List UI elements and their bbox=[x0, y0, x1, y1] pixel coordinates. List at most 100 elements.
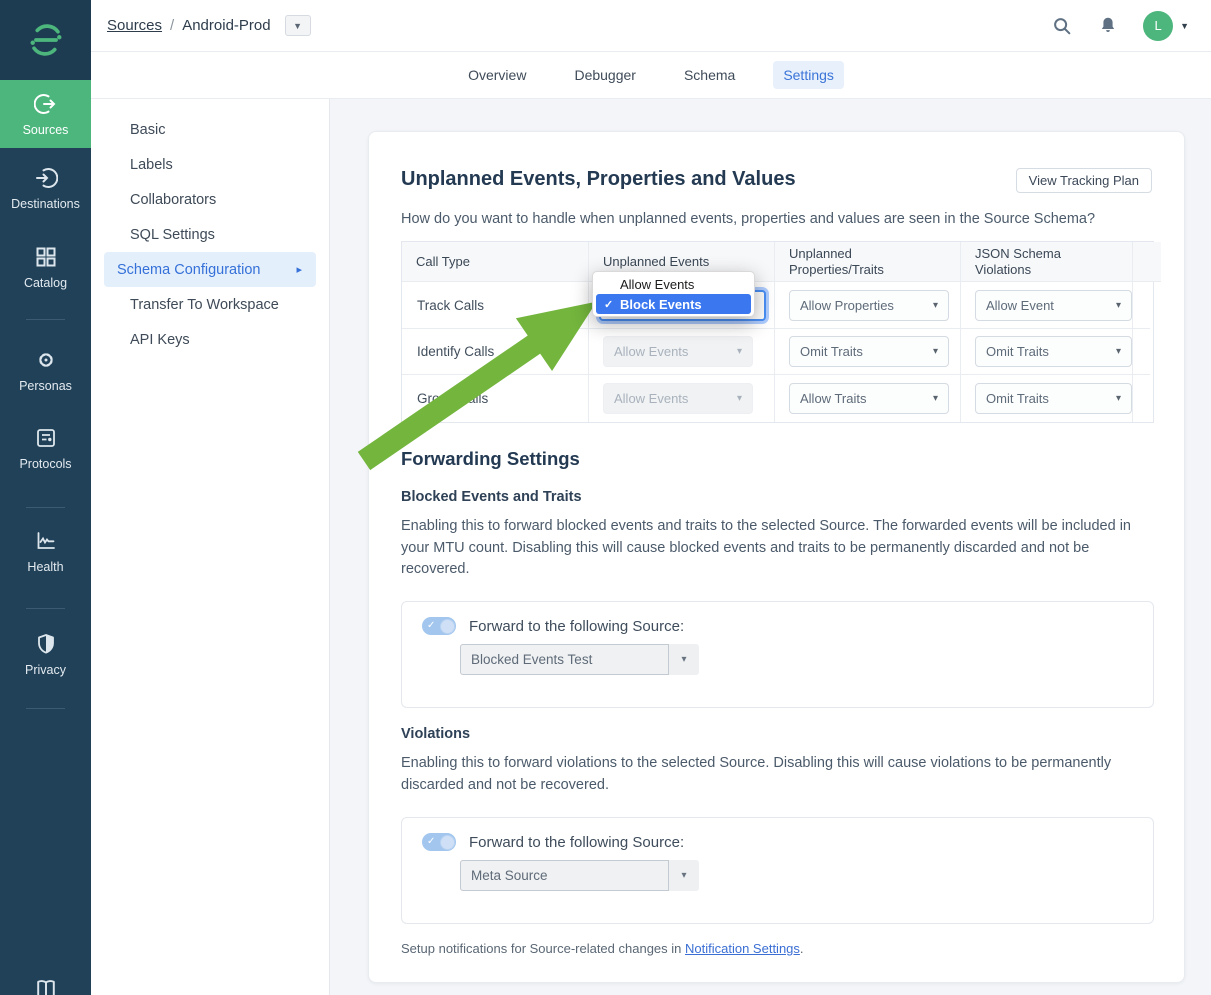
settings-menu-item-collaborators[interactable]: Collaborators bbox=[104, 182, 316, 217]
identify-calls-unplanned-events-select: Allow Events ▾ bbox=[603, 336, 753, 367]
select-value: Meta Source bbox=[460, 860, 669, 891]
personas-icon bbox=[34, 348, 58, 372]
sidebar-item-label: Catalog bbox=[24, 276, 67, 290]
bell-icon bbox=[1097, 15, 1119, 37]
search-button[interactable] bbox=[1051, 15, 1073, 37]
settings-menu-item-label: Schema Configuration bbox=[117, 262, 260, 278]
track-calls-properties-select[interactable]: Allow Properties ▾ bbox=[789, 290, 949, 321]
table-row-track-calls-label: Track Calls bbox=[402, 282, 589, 329]
source-switcher-button[interactable]: ▼ bbox=[285, 15, 311, 36]
breadcrumb-sources-link[interactable]: Sources bbox=[107, 17, 162, 34]
health-icon bbox=[34, 529, 58, 553]
group-calls-violations-cell: Omit Traits ▾ bbox=[961, 375, 1133, 422]
blocked-events-description: Enabling this to forward blocked events … bbox=[401, 516, 1143, 581]
view-tracking-plan-button[interactable]: View Tracking Plan bbox=[1016, 168, 1152, 193]
settings-menu-item-labels[interactable]: Labels bbox=[104, 147, 316, 182]
identify-calls-violations-select[interactable]: Omit Traits ▾ bbox=[975, 336, 1132, 367]
settings-menu-item-schema-configuration[interactable]: Schema Configuration ▸ bbox=[104, 252, 316, 287]
violations-heading: Violations bbox=[401, 726, 470, 742]
note-suffix: . bbox=[800, 941, 804, 956]
schema-settings-card: Unplanned Events, Properties and Values … bbox=[368, 131, 1185, 983]
chevron-down-icon: ▾ bbox=[1116, 300, 1121, 311]
breadcrumb: Sources / Android-Prod ▼ bbox=[107, 15, 311, 36]
sidebar-item-label: Personas bbox=[19, 379, 72, 393]
select-value: Omit Traits bbox=[986, 391, 1049, 406]
row-spacer bbox=[1133, 282, 1150, 329]
avatar[interactable]: L bbox=[1143, 11, 1173, 41]
column-header-json-schema-violations: JSON Schema Violations bbox=[961, 242, 1133, 282]
blocked-events-forward-toggle[interactable]: ✓ bbox=[422, 617, 456, 635]
table-row-identify-calls-label: Identify Calls bbox=[402, 329, 589, 375]
settings-menu-item-sql-settings[interactable]: SQL Settings bbox=[104, 217, 316, 252]
settings-menu-item-transfer-to-workspace[interactable]: Transfer To Workspace bbox=[104, 287, 316, 322]
primary-sidebar: Sources Destinations Catalog Personas bbox=[0, 0, 91, 995]
sidebar-item-catalog[interactable]: Catalog bbox=[0, 245, 91, 290]
sidebar-divider bbox=[26, 507, 65, 508]
unplanned-settings-table: Call Type Unplanned Events Unplanned Pro… bbox=[401, 241, 1154, 423]
chevron-down-icon: ▼ bbox=[1180, 21, 1189, 31]
notifications-button[interactable] bbox=[1097, 15, 1119, 37]
group-calls-properties-cell: Allow Traits ▾ bbox=[775, 375, 961, 422]
table-row-group-calls-label: Group Calls bbox=[402, 375, 589, 422]
segment-logo[interactable] bbox=[0, 0, 91, 80]
violations-forward-toggle[interactable]: ✓ bbox=[422, 833, 456, 851]
column-header-spacer bbox=[1133, 242, 1161, 282]
dropdown-option-allow-events[interactable]: ✓ Allow Events bbox=[596, 274, 751, 294]
app-window: Sources Destinations Catalog Personas bbox=[0, 0, 1211, 995]
docs-book-icon bbox=[33, 977, 59, 995]
settings-menu: Basic Labels Collaborators SQL Settings … bbox=[91, 99, 330, 995]
main-content: Unplanned Events, Properties and Values … bbox=[330, 99, 1211, 995]
sidebar-item-docs[interactable] bbox=[0, 977, 91, 995]
chevron-down-icon: ▾ bbox=[933, 393, 938, 404]
dropdown-option-label: Block Events bbox=[620, 297, 702, 312]
group-calls-properties-select[interactable]: Allow Traits ▾ bbox=[789, 383, 949, 414]
violations-forward-card: ✓ Forward to the following Source: Meta … bbox=[401, 817, 1154, 924]
segment-logo-icon bbox=[24, 18, 68, 62]
sidebar-item-personas[interactable]: Personas bbox=[0, 348, 91, 393]
toggle-knob bbox=[440, 619, 455, 634]
select-value: Allow Events bbox=[614, 344, 688, 359]
tab-settings[interactable]: Settings bbox=[773, 61, 844, 89]
settings-menu-item-api-keys[interactable]: API Keys bbox=[104, 322, 316, 357]
sidebar-item-protocols[interactable]: Protocols bbox=[0, 426, 91, 471]
tab-overview[interactable]: Overview bbox=[458, 61, 536, 89]
sidebar-item-label: Protocols bbox=[19, 457, 71, 471]
tab-schema[interactable]: Schema bbox=[674, 61, 745, 89]
sidebar-divider bbox=[26, 319, 65, 320]
sidebar-item-privacy[interactable]: Privacy bbox=[0, 632, 91, 677]
blocked-events-source-select[interactable]: Blocked Events Test ▾ bbox=[460, 644, 699, 675]
settings-menu-item-basic[interactable]: Basic bbox=[104, 112, 316, 147]
sidebar-divider bbox=[26, 608, 65, 609]
account-menu[interactable]: L ▼ bbox=[1143, 11, 1189, 41]
identify-calls-properties-select[interactable]: Omit Traits ▾ bbox=[789, 336, 949, 367]
row-spacer bbox=[1133, 329, 1150, 375]
breadcrumb-current: Android-Prod bbox=[182, 17, 270, 34]
sidebar-item-sources[interactable]: Sources bbox=[0, 80, 91, 148]
tab-debugger[interactable]: Debugger bbox=[564, 61, 646, 89]
search-icon bbox=[1051, 15, 1073, 37]
track-calls-violations-select[interactable]: Allow Event ▾ bbox=[975, 290, 1132, 321]
sidebar-item-health[interactable]: Health bbox=[0, 529, 91, 574]
source-tabs: Overview Debugger Schema Settings bbox=[91, 52, 1211, 99]
select-value: Allow Event bbox=[986, 298, 1054, 313]
sidebar-item-destinations[interactable]: Destinations bbox=[0, 166, 91, 211]
select-value: Allow Properties bbox=[800, 298, 894, 313]
unplanned-events-dropdown-menu: ✓ Allow Events ✓ Block Events bbox=[592, 271, 755, 317]
dropdown-option-block-events[interactable]: ✓ Block Events bbox=[596, 294, 751, 314]
violations-description: Enabling this to forward violations to t… bbox=[401, 753, 1143, 796]
check-icon: ✓ bbox=[427, 836, 435, 847]
notification-settings-link[interactable]: Notification Settings bbox=[685, 941, 800, 956]
select-value: Blocked Events Test bbox=[460, 644, 669, 675]
identify-calls-properties-cell: Omit Traits ▾ bbox=[775, 329, 961, 375]
protocols-icon bbox=[34, 426, 58, 450]
chevron-down-icon: ▾ bbox=[1116, 393, 1121, 404]
toggle-knob bbox=[440, 835, 455, 850]
sidebar-divider bbox=[26, 708, 65, 709]
top-bar: Sources / Android-Prod ▼ L ▼ bbox=[91, 0, 1211, 52]
privacy-icon bbox=[34, 632, 58, 656]
group-calls-unplanned-events-cell: Allow Events ▾ bbox=[589, 375, 775, 422]
group-calls-violations-select[interactable]: Omit Traits ▾ bbox=[975, 383, 1132, 414]
chevron-down-icon: ▾ bbox=[737, 393, 742, 404]
violations-source-select[interactable]: Meta Source ▾ bbox=[460, 860, 699, 891]
column-header-unplanned-properties-traits: Unplanned Properties/Traits bbox=[775, 242, 961, 282]
